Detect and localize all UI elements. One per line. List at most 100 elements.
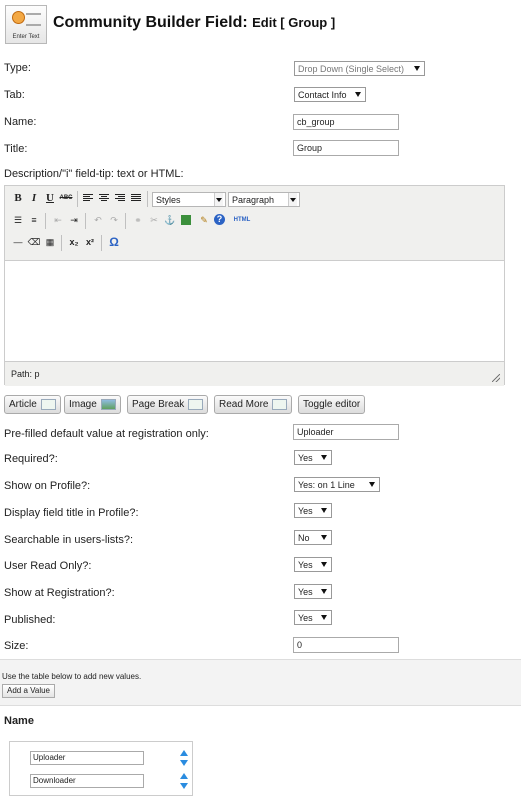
required-label: Required?: [4,453,58,465]
chevron-down-icon [321,455,327,460]
rich-text-editor: B I U ABC Styles Paragraph ☰ ≡ ⇤ ⇥ ↶ ↷ ⚭… [4,185,505,386]
display-title-label: Display field title in Profile?: [4,507,139,519]
outdent-icon[interactable]: ⇤ [51,213,65,227]
editor-toolbar: B I U ABC Styles Paragraph ☰ ≡ ⇤ ⇥ ↶ ↷ ⚭… [5,186,504,261]
tab-select-value: Contact Info [298,90,347,100]
chevron-down-icon [321,615,327,620]
text-lines-icon [26,13,41,26]
resize-grip-icon[interactable] [492,374,500,382]
searchable-select[interactable]: No [294,530,332,545]
avatar-icon [12,11,25,24]
size-input[interactable]: 0 [293,637,399,653]
published-value: Yes [298,613,313,623]
read-more-button[interactable]: Read More [214,395,293,414]
display-title-select[interactable]: Yes [294,503,332,518]
value-input-2[interactable]: Downloader [30,774,144,788]
align-left-icon[interactable] [83,194,93,203]
show-on-profile-select[interactable]: Yes: on 1 Line [294,477,380,492]
reorder-arrows-icon[interactable] [179,773,188,789]
strikethrough-button[interactable]: ABC [59,191,73,205]
toolbar-row-1: B I U ABC Styles Paragraph [11,191,501,209]
value-input-1[interactable]: Uploader [30,751,144,765]
page-break-icon [188,398,204,410]
numbered-list-icon[interactable]: ≡ [27,213,41,227]
toolbar-divider [85,213,86,229]
styles-select[interactable]: Styles [152,192,226,207]
special-char-icon[interactable]: Ω [107,235,121,249]
superscript-icon[interactable]: x² [83,235,97,249]
show-at-registration-select[interactable]: Yes [294,584,332,599]
html-source-icon[interactable]: HTML [232,213,252,227]
styles-select-value: Styles [156,195,181,205]
toolbar-row-3: — ⌫ ▦ x₂ x² Ω [11,235,501,253]
show-on-profile-value: Yes: on 1 Line [298,480,355,490]
subscript-icon[interactable]: x₂ [67,235,81,249]
chevron-down-icon [369,482,375,487]
format-select-value: Paragraph [232,195,275,205]
page-header: Enter Text Community Builder Field: Edit… [0,0,521,50]
underline-button[interactable]: U [43,191,57,205]
toolbar-row-2: ☰ ≡ ⇤ ⇥ ↶ ↷ ⚭ ✂ ⚓ ✎ ? HTML [11,213,501,231]
anchor-icon[interactable]: ⚓ [163,213,177,227]
horizontal-rule-icon[interactable]: — [11,235,25,249]
article-icon [40,398,56,410]
page-title-edit: Edit [ Group ] [252,15,336,30]
image-button-label: Image [69,399,97,410]
bullet-list-icon[interactable]: ☰ [11,213,25,227]
indent-icon[interactable]: ⇥ [67,213,81,227]
values-list: Uploader Downloader [9,741,193,796]
image-button[interactable]: Image [64,395,121,414]
help-icon[interactable]: ? [214,214,225,225]
user-read-only-select[interactable]: Yes [294,557,332,572]
reorder-arrows-icon[interactable] [179,750,188,766]
display-title-value: Yes [298,506,313,516]
align-right-icon[interactable] [115,194,125,203]
read-more-icon [272,398,288,410]
tab-select[interactable]: Contact Info [294,87,366,102]
align-justify-icon[interactable] [131,194,141,203]
required-select-value: Yes [298,453,313,463]
field-icon: Enter Text [5,5,47,44]
editor-path: Path: p [11,369,40,379]
editor-content-area[interactable] [5,261,504,361]
chevron-down-icon [321,535,327,540]
toolbar-divider [125,213,126,229]
link-icon[interactable]: ⚭ [131,213,145,227]
page-break-button-label: Page Break [132,399,185,410]
published-select[interactable]: Yes [294,610,332,625]
title-input[interactable]: Group [293,140,399,156]
visual-aid-icon[interactable]: ▦ [43,235,57,249]
undo-icon[interactable]: ↶ [91,213,105,227]
chevron-down-icon [321,508,327,513]
description-label: Description/"i" field-tip: text or HTML: [4,168,184,180]
toggle-editor-button[interactable]: Toggle editor [298,395,366,414]
published-label: Published: [4,614,56,626]
add-value-button[interactable]: Add a Value [2,684,55,698]
picture-icon [100,398,116,410]
required-select[interactable]: Yes [294,450,332,465]
cleanup-icon[interactable]: ✎ [197,213,211,227]
page-break-button[interactable]: Page Break [127,395,209,414]
name-input[interactable]: cb_group [293,114,399,130]
unlink-icon[interactable]: ✂ [147,213,161,227]
show-at-registration-value: Yes [298,587,313,597]
type-select[interactable]: Drop Down (Single Select) [294,61,425,76]
searchable-label: Searchable in users-lists?: [4,534,134,546]
field-icon-caption: Enter Text [12,34,40,40]
editor-status-bar: Path: p [5,361,504,386]
italic-button[interactable]: I [27,191,41,205]
image-icon[interactable] [181,215,191,225]
format-select[interactable]: Paragraph [228,192,300,207]
toolbar-divider [77,191,78,207]
prefilled-input[interactable]: Uploader [293,424,399,440]
type-label: Type: [4,62,31,74]
chevron-down-icon [288,193,297,206]
toolbar-divider [101,235,102,251]
align-center-icon[interactable] [99,194,109,203]
bold-button[interactable]: B [11,191,25,205]
remove-format-icon[interactable]: ⌫ [27,235,41,249]
page-title-main: Community Builder Field: [53,14,248,31]
type-select-value: Drop Down (Single Select) [298,64,405,74]
redo-icon[interactable]: ↷ [107,213,121,227]
article-button[interactable]: Article [4,395,61,414]
